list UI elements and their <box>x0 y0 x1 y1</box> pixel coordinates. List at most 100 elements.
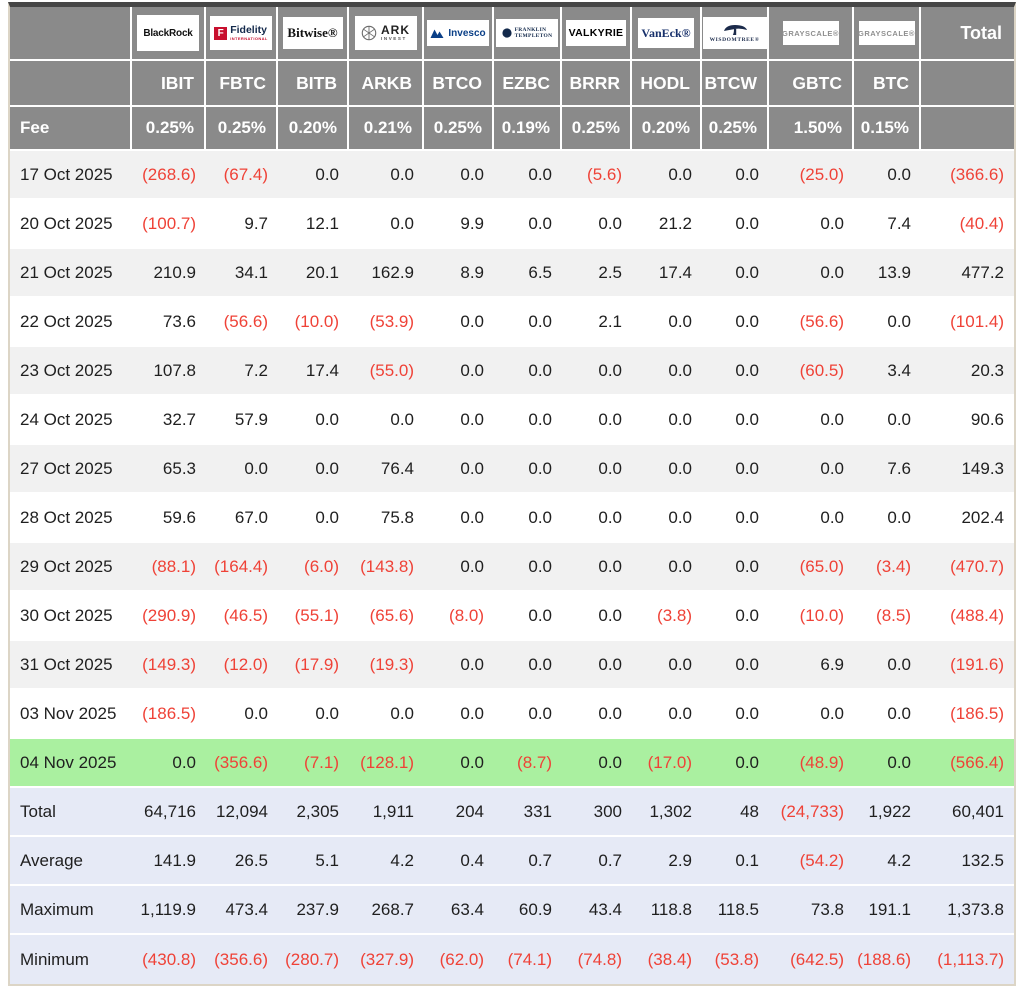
row-total-cell: (186.5) <box>921 690 1014 739</box>
value-cell: (7.1) <box>278 739 349 788</box>
table-row: 29 Oct 2025(88.1)(164.4)(6.0)(143.8)0.00… <box>10 543 1014 592</box>
wisdomtree-tree-icon <box>720 23 750 36</box>
summary-value: 204 <box>424 788 494 837</box>
value-cell: (268.6) <box>132 151 206 200</box>
summary-value: 26.5 <box>206 837 278 886</box>
valkyrie-logo: VALKYRIE <box>566 20 626 46</box>
row-total-cell: 20.3 <box>921 347 1014 396</box>
summary-value: (38.4) <box>632 935 702 984</box>
issuer-logo-cell: Invesco <box>424 7 494 61</box>
value-cell: 0.0 <box>632 641 702 690</box>
value-cell: 0.0 <box>702 739 769 788</box>
value-cell: 0.0 <box>769 396 854 445</box>
value-cell: 0.0 <box>562 739 632 788</box>
value-cell: (128.1) <box>349 739 424 788</box>
summary-value: (24,733) <box>769 788 854 837</box>
brand-text: VanEck® <box>641 26 690 41</box>
value-cell: 0.0 <box>562 690 632 739</box>
summary-row: Minimum(430.8)(356.6)(280.7)(327.9)(62.0… <box>10 935 1014 984</box>
ticker-header: GBTC <box>769 61 854 107</box>
issuer-logo-cell: FRANKLINTEMPLETON <box>494 7 562 61</box>
summary-value: 4.2 <box>349 837 424 886</box>
value-cell: 9.7 <box>206 200 278 249</box>
table-row: 30 Oct 2025(290.9)(46.5)(55.1)(65.6)(8.0… <box>10 592 1014 641</box>
brand-text: WISDOMTREE® <box>710 37 760 43</box>
summary-value: 4.2 <box>854 837 921 886</box>
value-cell: 0.0 <box>278 396 349 445</box>
summary-row: Average141.926.55.14.20.40.70.72.90.1(54… <box>10 837 1014 886</box>
value-cell: (5.6) <box>562 151 632 200</box>
row-total-cell: (488.4) <box>921 592 1014 641</box>
value-cell: 0.0 <box>854 690 921 739</box>
value-cell: (65.6) <box>349 592 424 641</box>
summary-value: 1,922 <box>854 788 921 837</box>
value-cell: 0.0 <box>132 739 206 788</box>
value-cell: 13.9 <box>854 249 921 298</box>
summary-value: 1,911 <box>349 788 424 837</box>
brand-text: Fidelity <box>230 25 267 37</box>
value-cell: (164.4) <box>206 543 278 592</box>
fee-cell: 0.19% <box>494 107 562 151</box>
summary-value: 1,373.8 <box>921 886 1014 935</box>
summary-value: (280.7) <box>278 935 349 984</box>
date-cell: 20 Oct 2025 <box>10 200 132 249</box>
value-cell: 3.4 <box>854 347 921 396</box>
value-cell: 75.8 <box>349 494 424 543</box>
value-cell: 0.0 <box>349 200 424 249</box>
summary-value: 141.9 <box>132 837 206 886</box>
row-total-cell: (191.6) <box>921 641 1014 690</box>
date-cell: 28 Oct 2025 <box>10 494 132 543</box>
row-total-cell: 477.2 <box>921 249 1014 298</box>
etf-flow-table: BlackRockFFidelityINTERNATIONALBitwise®A… <box>10 7 1014 984</box>
value-cell: 7.6 <box>854 445 921 494</box>
summary-value: (642.5) <box>769 935 854 984</box>
ticker-header: BTC <box>854 61 921 107</box>
value-cell: 0.0 <box>424 641 494 690</box>
invesco-logo: Invesco <box>427 20 489 46</box>
ticker-header: HODL <box>632 61 702 107</box>
summary-value: 0.1 <box>702 837 769 886</box>
row-total-cell: 202.4 <box>921 494 1014 543</box>
summary-label: Maximum <box>10 886 132 935</box>
summary-value: 1,119.9 <box>132 886 206 935</box>
brand-text: Bitwise® <box>287 25 337 41</box>
bitwise-logo: Bitwise® <box>283 17 343 49</box>
value-cell: 17.4 <box>278 347 349 396</box>
value-cell: 210.9 <box>132 249 206 298</box>
corner-cell <box>921 61 1014 107</box>
value-cell: 0.0 <box>562 641 632 690</box>
value-cell: 0.0 <box>494 592 562 641</box>
value-cell: 0.0 <box>424 151 494 200</box>
value-cell: 0.0 <box>854 396 921 445</box>
brand-subtext: INTERNATIONAL <box>230 37 268 41</box>
value-cell: (56.6) <box>206 298 278 347</box>
row-total-cell: (101.4) <box>921 298 1014 347</box>
value-cell: 9.9 <box>424 200 494 249</box>
value-cell: 0.0 <box>278 151 349 200</box>
summary-value: (62.0) <box>424 935 494 984</box>
value-cell: 0.0 <box>349 151 424 200</box>
ticker-header: BTCO <box>424 61 494 107</box>
value-cell: (67.4) <box>206 151 278 200</box>
summary-value: (54.2) <box>769 837 854 886</box>
value-cell: (48.9) <box>769 739 854 788</box>
summary-value: 118.5 <box>702 886 769 935</box>
value-cell: 0.0 <box>769 690 854 739</box>
row-total-cell: (366.6) <box>921 151 1014 200</box>
value-cell: 0.0 <box>424 543 494 592</box>
value-cell: (17.9) <box>278 641 349 690</box>
date-cell: 29 Oct 2025 <box>10 543 132 592</box>
date-cell: 24 Oct 2025 <box>10 396 132 445</box>
value-cell: (8.5) <box>854 592 921 641</box>
fee-cell: 0.20% <box>278 107 349 151</box>
summary-value: (188.6) <box>854 935 921 984</box>
ticker-header: BTCW <box>702 61 769 107</box>
value-cell: 0.0 <box>769 249 854 298</box>
grayscale-logo: GRAYSCALE® <box>859 21 915 45</box>
summary-value: 473.4 <box>206 886 278 935</box>
fee-cell: 0.25% <box>132 107 206 151</box>
issuer-logo-cell: GRAYSCALE® <box>854 7 921 61</box>
value-cell: (88.1) <box>132 543 206 592</box>
value-cell: 2.5 <box>562 249 632 298</box>
table-row: 20 Oct 2025(100.7)9.712.10.09.90.00.021.… <box>10 200 1014 249</box>
